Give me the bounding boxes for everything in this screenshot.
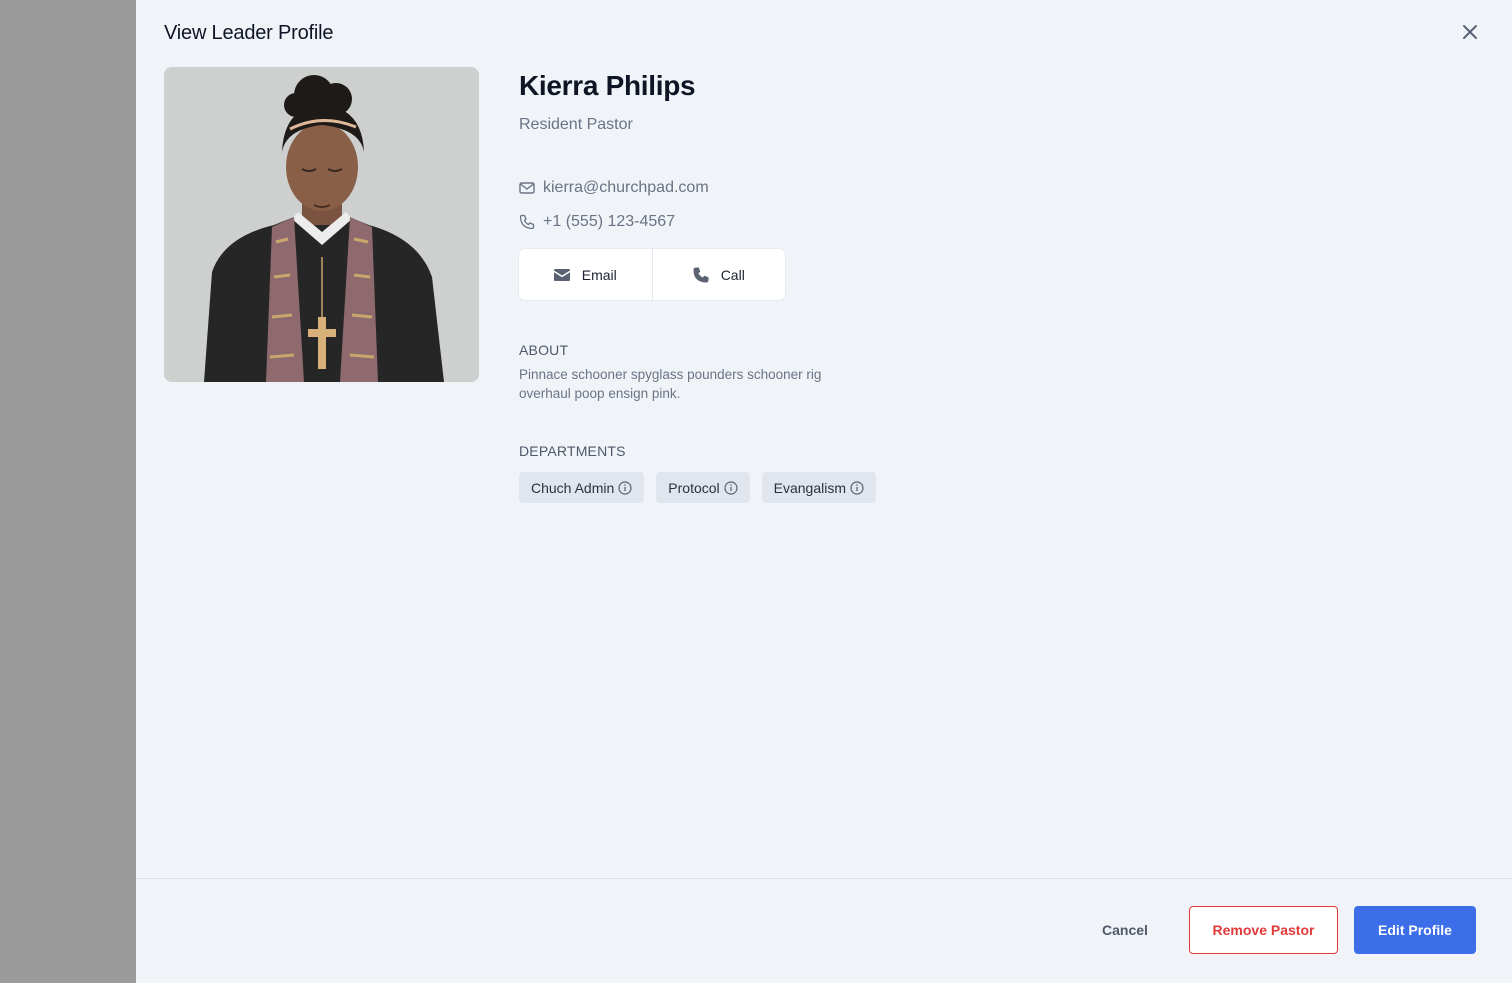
email-row: kierra@churchpad.com xyxy=(519,179,709,197)
phone-icon xyxy=(519,214,535,230)
leader-role: Resident Pastor xyxy=(519,116,633,133)
footer-divider xyxy=(136,878,1512,879)
close-icon xyxy=(1461,23,1479,46)
email-button[interactable]: Email xyxy=(519,249,652,300)
department-chip-label: Evangalism xyxy=(773,479,847,496)
remove-pastor-button[interactable]: Remove Pastor xyxy=(1189,906,1338,954)
info-icon[interactable] xyxy=(618,480,632,495)
mail-icon xyxy=(553,268,570,281)
department-chips: Chuch Admin Protocol Evangalism xyxy=(519,472,877,503)
close-button[interactable] xyxy=(1458,22,1482,46)
profile-drawer: View Leader Profile Kierra Philips Resid… xyxy=(136,0,1512,983)
email-address: kierra@churchpad.com xyxy=(543,179,709,196)
department-chip[interactable]: Evangalism xyxy=(761,472,877,503)
phone-row: +1 (555) 123-4567 xyxy=(519,213,675,231)
cancel-button[interactable]: Cancel xyxy=(1084,906,1166,954)
about-text: Pinnace schooner spyglass pounders schoo… xyxy=(519,367,822,401)
phone-number: +1 (555) 123-4567 xyxy=(543,213,676,230)
mail-icon xyxy=(519,180,535,196)
phone-icon xyxy=(693,267,709,283)
call-button[interactable]: Call xyxy=(651,249,786,300)
department-chip[interactable]: Protocol xyxy=(656,472,750,503)
email-button-label: Email xyxy=(581,266,617,283)
profile-photo xyxy=(164,67,479,382)
contact-actions: Email Call xyxy=(519,249,785,300)
backdrop-overlay[interactable] xyxy=(0,0,136,983)
info-icon[interactable] xyxy=(724,480,738,495)
leader-name: Kierra Philips xyxy=(519,70,696,101)
department-chip[interactable]: Chuch Admin xyxy=(519,472,645,503)
edit-profile-button[interactable]: Edit Profile xyxy=(1354,906,1476,954)
panel-title: View Leader Profile xyxy=(164,22,334,44)
call-button-label: Call xyxy=(720,266,745,283)
about-heading: ABOUT xyxy=(519,342,569,358)
department-chip-label: Protocol xyxy=(668,479,720,496)
department-chip-label: Chuch Admin xyxy=(531,479,615,496)
info-icon[interactable] xyxy=(850,480,864,495)
departments-heading: DEPARTMENTS xyxy=(519,443,626,459)
